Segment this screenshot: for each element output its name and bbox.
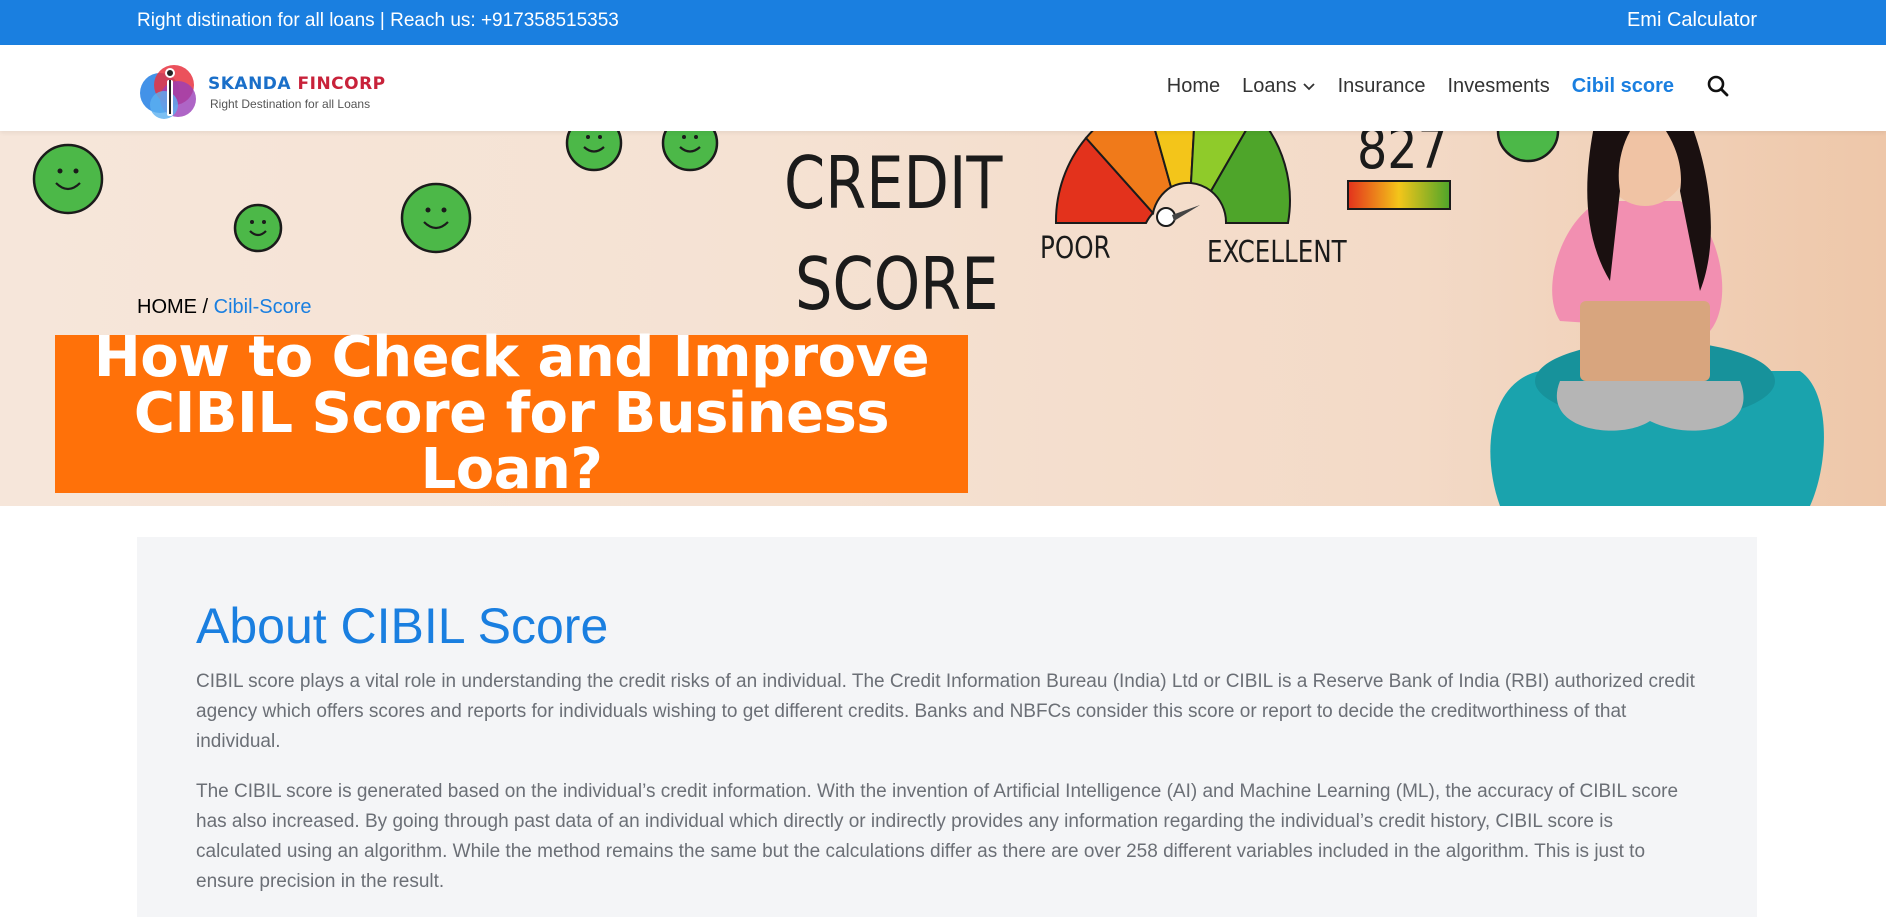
nav-cibil-score[interactable]: Cibil score [1572,75,1674,98]
paragraph-1: CIBIL score plays a vital role in unders… [196,671,1695,752]
about-section: About CIBIL Score CIBIL score plays a vi… [137,537,1757,917]
breadcrumb-separator: / [197,296,214,318]
search-icon[interactable] [1706,74,1730,98]
logo-brand: SKANDA FINCORP [208,74,386,94]
logo[interactable]: SKANDA FINCORP Right Destination for all… [136,55,396,123]
logo-tagline: Right Destination for all Loans [210,97,371,111]
hero-banner: CREDIT SCORE POOR EXCELLENT 827 HOME / C… [0,131,1886,506]
main-nav: Home Loans Insurance Invesments Cibil sc… [1145,74,1730,98]
breadcrumb-current[interactable]: Cibil-Score [214,296,312,318]
contact-info: Right distination for all loans | Reach … [137,10,619,31]
breadcrumb-home[interactable]: HOME [137,296,197,318]
breadcrumb: HOME / Cibil-Score [137,296,311,319]
page-title: How to Check and Improve CIBIL Score for… [55,330,968,498]
chevron-down-icon [1302,83,1315,91]
logo-mark-icon [140,65,196,119]
nav-investments[interactable]: Invesments [1447,75,1549,98]
page-title-box: How to Check and Improve CIBIL Score for… [55,330,968,498]
paragraph-2: The CIBIL score is generated based on th… [196,781,1679,892]
section-heading: About CIBIL Score [196,598,609,654]
nav-insurance[interactable]: Insurance [1338,75,1426,98]
emi-calculator-link[interactable]: Emi Calculator [1627,9,1757,32]
hero-image-text-excellent: EXCELLENT [1207,235,1347,270]
hero-image-text-number: 827 [1357,131,1448,182]
nav-loans-label: Loans [1242,74,1297,97]
hero-image-text-poor: POOR [1040,231,1111,266]
nav-home[interactable]: Home [1167,75,1220,98]
site-header: SKANDA FINCORP Right Destination for all… [0,45,1886,131]
nav-loans[interactable]: Loans [1242,75,1316,98]
page-title-line2: CIBIL Score for Business Loan? [133,381,890,502]
hero-image-text-score: SCORE [795,242,999,326]
top-bar: Right distination for all loans | Reach … [0,0,1886,45]
hero-image-text-credit: CREDIT [784,141,1003,225]
